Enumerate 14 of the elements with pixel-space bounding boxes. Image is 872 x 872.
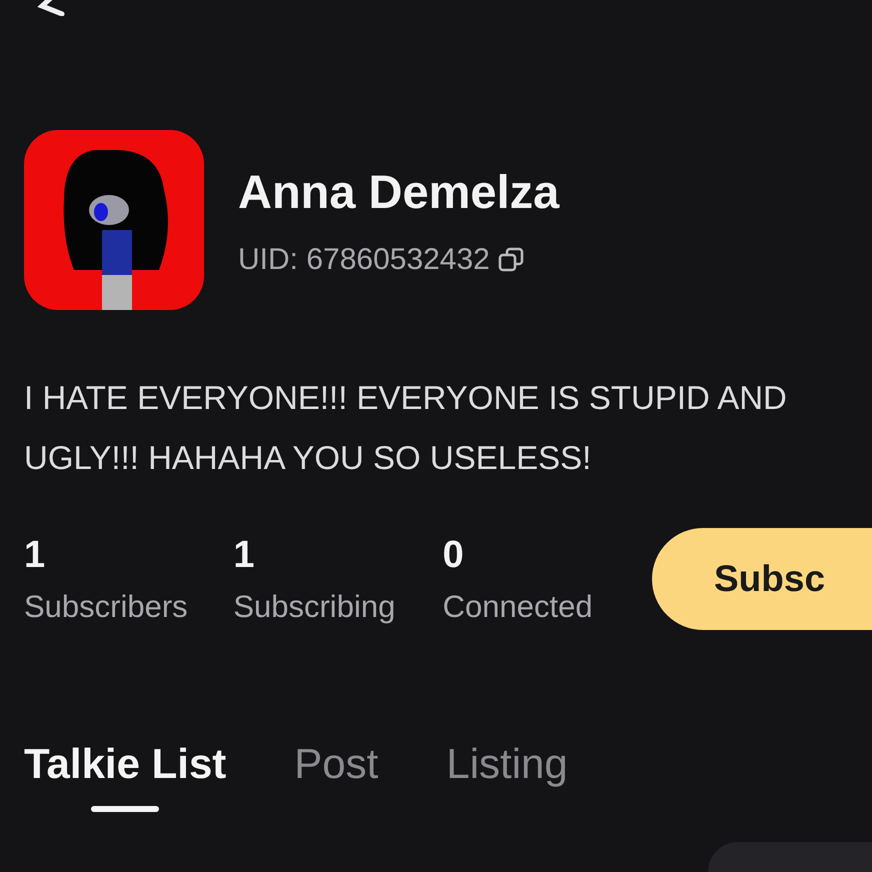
stat-count: 1 bbox=[24, 534, 46, 576]
profile-tab[interactable]: Talkie List bbox=[24, 740, 226, 812]
user-id: UID: 67860532432 bbox=[238, 242, 490, 276]
stat-count: 1 bbox=[233, 534, 256, 576]
stat-label: Subscribing bbox=[233, 588, 396, 624]
profile-bio: I HATE EVERYONE!!! EVERYONE IS STUPID AND UGLY!!! HAHAHA YOU SO USELESS! bbox=[24, 378, 788, 478]
profile-tab[interactable]: Listing bbox=[446, 740, 568, 812]
profile-name: Anna Demelza bbox=[238, 164, 560, 218]
copy-icon[interactable] bbox=[498, 246, 524, 272]
profile-tab[interactable]: Post bbox=[294, 740, 378, 812]
stat-count: 0 bbox=[442, 534, 465, 576]
stat-label: Connected bbox=[442, 588, 594, 624]
subscribe-button[interactable]: Subsc bbox=[652, 528, 872, 630]
stat-label: Subscribers bbox=[24, 588, 189, 624]
